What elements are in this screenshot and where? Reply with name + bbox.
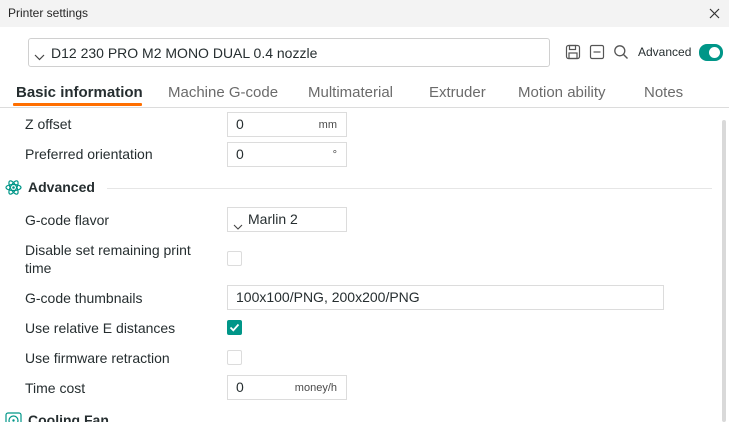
preferred-orientation-input[interactable]: 0 ° xyxy=(227,142,347,167)
advanced-section-title: Advanced xyxy=(28,179,95,195)
settings-tabs: Basic information Machine G-code Multima… xyxy=(0,78,729,108)
section-divider xyxy=(107,188,712,189)
time-cost-unit: money/h xyxy=(294,382,337,394)
relative-e-checkbox[interactable] xyxy=(227,320,242,335)
gcode-flavor-label: G-code flavor xyxy=(25,212,110,228)
tab-basic-information[interactable]: Basic information xyxy=(16,84,143,101)
gcode-flavor-value: Marlin 2 xyxy=(248,211,298,227)
gcode-thumbnails-input[interactable]: 100x100/PNG, 200x200/PNG xyxy=(227,285,664,310)
search-icon[interactable] xyxy=(613,44,629,60)
relative-e-label: Use relative E distances xyxy=(25,320,176,336)
gcode-thumbnails-value: 100x100/PNG, 200x200/PNG xyxy=(236,289,420,305)
firmware-retraction-checkbox[interactable] xyxy=(227,350,242,365)
chevron-down-icon xyxy=(233,217,243,235)
settings-content: Z offset 0 mm Preferred orientation 0 ° … xyxy=(0,108,729,422)
save-icon[interactable] xyxy=(565,44,581,60)
cooling-fan-section-title: Cooling Fan xyxy=(28,412,109,422)
z-offset-input[interactable]: 0 mm xyxy=(227,112,347,137)
disable-remaining-time-checkbox[interactable] xyxy=(227,251,242,266)
gcode-thumbnails-label: G-code thumbnails xyxy=(25,290,143,306)
close-icon[interactable] xyxy=(703,2,725,24)
delete-preset-icon[interactable] xyxy=(589,44,605,60)
advanced-section-icon xyxy=(5,179,22,199)
time-cost-label: Time cost xyxy=(25,380,86,396)
tab-extruder[interactable]: Extruder xyxy=(429,84,486,101)
z-offset-label: Z offset xyxy=(25,116,72,132)
z-offset-unit: mm xyxy=(318,119,337,131)
preferred-orientation-value: 0 xyxy=(236,146,244,162)
tab-motion-ability[interactable]: Motion ability xyxy=(518,84,606,101)
disable-remaining-time-label-line2: time xyxy=(25,260,52,276)
advanced-toggle[interactable] xyxy=(699,44,723,61)
gcode-flavor-select[interactable]: Marlin 2 xyxy=(227,207,347,232)
tab-multimaterial[interactable]: Multimaterial xyxy=(308,84,393,101)
active-tab-indicator xyxy=(13,103,142,106)
disable-remaining-time-label-line1: Disable set remaining print xyxy=(25,242,191,258)
tab-machine-gcode[interactable]: Machine G-code xyxy=(168,84,278,101)
time-cost-value: 0 xyxy=(236,379,244,395)
toggle-knob xyxy=(709,47,720,58)
title-bar: Printer settings xyxy=(0,0,729,27)
printer-preset-select[interactable]: D12 230 PRO M2 MONO DUAL 0.4 nozzle xyxy=(28,38,550,67)
preferred-orientation-unit: ° xyxy=(332,149,337,161)
vertical-scrollbar[interactable] xyxy=(722,120,726,422)
time-cost-input[interactable]: 0 money/h xyxy=(227,375,347,400)
z-offset-value: 0 xyxy=(236,116,244,132)
firmware-retraction-label: Use firmware retraction xyxy=(25,350,170,366)
tab-notes[interactable]: Notes xyxy=(644,84,683,101)
chevron-down-icon xyxy=(34,48,45,66)
advanced-toggle-label: Advanced xyxy=(638,45,692,59)
fan-icon xyxy=(5,412,22,422)
preferred-orientation-label: Preferred orientation xyxy=(25,146,153,162)
printer-preset-value: D12 230 PRO M2 MONO DUAL 0.4 nozzle xyxy=(51,45,318,61)
window-title: Printer settings xyxy=(8,6,89,20)
